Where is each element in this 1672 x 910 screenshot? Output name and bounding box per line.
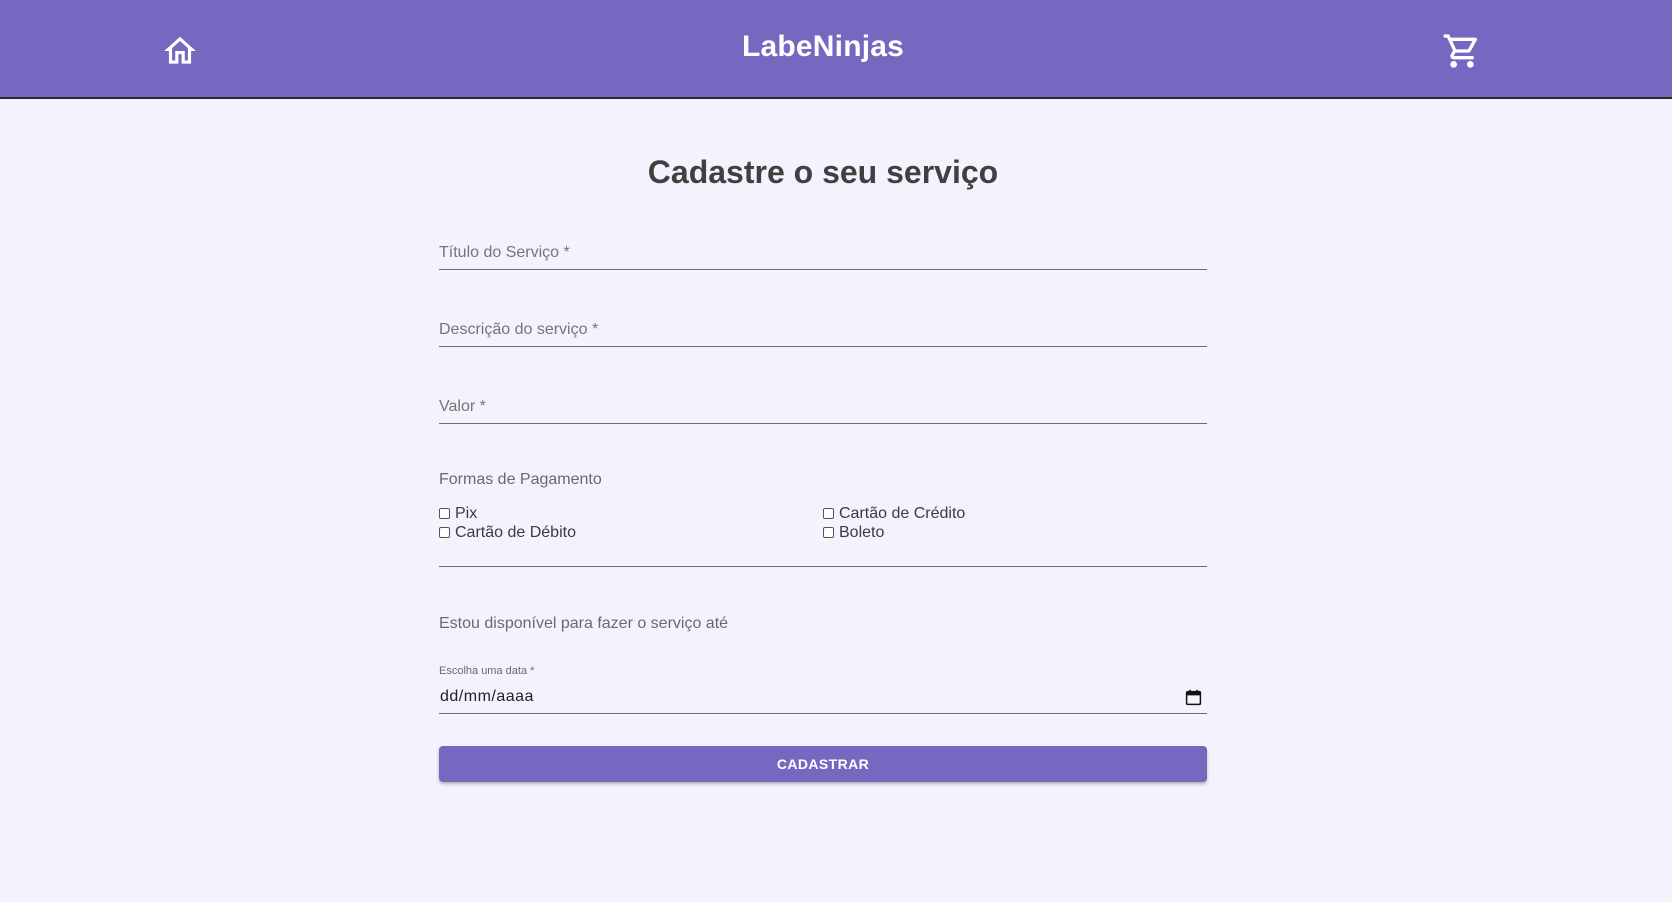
checkbox-box[interactable] (823, 527, 834, 538)
availability-label: Estou disponível para fazer o serviço at… (439, 615, 729, 632)
checkbox-label: Cartão de Débito (455, 523, 576, 541)
calendar-icon[interactable] (1185, 689, 1202, 706)
page-bottom-edge (0, 902, 1672, 910)
submit-button[interactable]: CADASTRAR (439, 746, 1207, 782)
form-title: Cadastre o seu serviço (647, 154, 999, 190)
checkbox-label: Pix (455, 504, 478, 522)
checkbox-label: Boleto (839, 523, 885, 541)
service-title-input[interactable]: Título do Serviço * (439, 226, 1207, 270)
service-description-input[interactable]: Descrição do serviço * (439, 303, 1207, 347)
service-value-input[interactable]: Valor * (439, 380, 1207, 424)
app-title: LabeNinjas (741, 30, 905, 63)
payment-methods-group: Pix Cartão de Crédito Cartão de Débito B… (439, 504, 1207, 567)
checkbox-boleto[interactable]: Boleto (823, 523, 884, 542)
cart-icon (1443, 34, 1478, 68)
date-input[interactable]: dd/mm/aaaa (439, 683, 1207, 714)
date-value: dd/mm/aaaa (440, 688, 534, 705)
checkbox-pix[interactable]: Pix (439, 504, 477, 523)
checkbox-label: Cartão de Crédito (839, 504, 966, 522)
checkbox-cartao-debito[interactable]: Cartão de Débito (439, 523, 576, 542)
checkbox-box[interactable] (823, 508, 834, 519)
checkbox-box[interactable] (439, 508, 450, 519)
cart-button[interactable] (1442, 31, 1482, 71)
checkbox-cartao-credito[interactable]: Cartão de Crédito (823, 504, 965, 523)
payment-methods-label: Formas de Pagamento (439, 471, 602, 488)
date-caption: Escolha uma data * (439, 665, 535, 677)
service-title-placeholder: Título do Serviço * (439, 244, 570, 261)
checkbox-box[interactable] (439, 527, 450, 538)
service-description-placeholder: Descrição do serviço * (439, 321, 599, 338)
app-header: LabeNinjas (0, 0, 1672, 99)
service-value-placeholder: Valor * (439, 398, 486, 415)
